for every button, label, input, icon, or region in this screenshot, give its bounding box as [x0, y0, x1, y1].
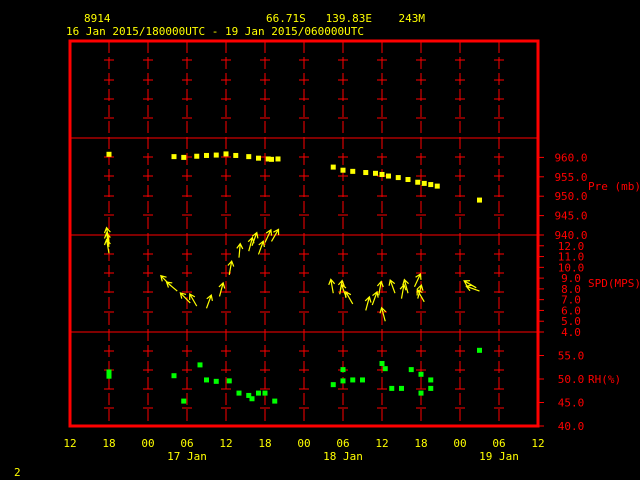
- pressure-point: [223, 151, 229, 157]
- pressure-point: [181, 154, 187, 160]
- rh-point: [171, 373, 177, 379]
- pressure-point: [275, 156, 281, 162]
- pressure-point: [477, 197, 482, 203]
- pressure-point: [395, 175, 401, 181]
- pressure-point: [330, 164, 336, 170]
- rh-point: [477, 347, 482, 353]
- station-location: 66.71S 139.83E 243M: [266, 12, 425, 25]
- y-tick-label: 950.0: [554, 190, 587, 203]
- pressure-point: [434, 183, 440, 189]
- x-tick-label: 12: [219, 437, 232, 450]
- pressure-point: [106, 151, 112, 157]
- pressure-point: [204, 152, 209, 158]
- x-tick-label: 12: [63, 437, 76, 450]
- rh-point: [236, 390, 242, 396]
- y-tick-label: 12.0: [558, 240, 585, 253]
- pressure-point: [428, 182, 434, 188]
- panel-label: RH(%): [588, 373, 621, 386]
- rh-point: [382, 366, 388, 372]
- pressure-point: [405, 177, 411, 183]
- x-tick-label: 06: [180, 437, 193, 450]
- pressure-point: [233, 152, 239, 158]
- y-tick-label: 945.0: [554, 210, 587, 223]
- pressure-point: [379, 171, 385, 177]
- x-tick-label: 18: [258, 437, 271, 450]
- rh-point: [408, 367, 414, 373]
- x-tick-label: 18: [102, 437, 115, 450]
- rh-point: [181, 398, 187, 404]
- pressure-point: [340, 167, 346, 173]
- rh-point: [360, 377, 365, 383]
- pressure-point: [213, 152, 219, 158]
- pressure-point: [350, 168, 356, 174]
- rh-point: [256, 390, 261, 396]
- y-tick-label: 55.0: [558, 350, 585, 363]
- rh-point: [197, 362, 203, 368]
- rh-point: [428, 377, 434, 383]
- x-tick-label: 00: [297, 437, 310, 450]
- rh-point: [350, 377, 356, 383]
- x-tick-label: 06: [336, 437, 349, 450]
- rh-point: [249, 396, 255, 402]
- rh-point: [330, 382, 336, 388]
- rh-point: [213, 378, 219, 384]
- y-tick-label: 45.0: [558, 397, 585, 410]
- rh-point: [428, 385, 434, 391]
- pressure-point: [171, 154, 177, 160]
- rh-point: [226, 378, 232, 384]
- x-day-label: 18 Jan: [323, 450, 363, 463]
- x-tick-label: 12: [531, 437, 544, 450]
- pressure-point: [421, 180, 427, 186]
- rh-point: [272, 398, 278, 404]
- y-tick-label: 955.0: [554, 171, 587, 184]
- date-range: 16 Jan 2015/180000UTC - 19 Jan 2015/0600…: [66, 25, 364, 38]
- panel-label: Pre (mb): [588, 180, 640, 193]
- rh-point: [262, 390, 268, 396]
- pressure-point: [363, 170, 369, 176]
- pressure-point: [194, 153, 200, 159]
- y-tick-label: 50.0: [558, 373, 585, 386]
- x-tick-label: 06: [492, 437, 505, 450]
- panel-label: SPD(MPS): [588, 277, 640, 290]
- rh-point: [340, 367, 346, 373]
- rh-point: [399, 385, 404, 391]
- pressure-point: [415, 179, 421, 185]
- x-tick-label: 18: [414, 437, 427, 450]
- x-day-label: 17 Jan: [167, 450, 207, 463]
- x-tick-label: 12: [375, 437, 388, 450]
- page-number: 2: [14, 466, 21, 479]
- pressure-point: [373, 170, 378, 176]
- rh-point: [418, 371, 424, 377]
- pressure-point: [246, 154, 252, 160]
- station-id: 8914: [84, 12, 111, 25]
- rh-point: [389, 385, 395, 391]
- x-tick-label: 00: [141, 437, 154, 450]
- x-tick-label: 00: [453, 437, 466, 450]
- pressure-point: [269, 156, 274, 162]
- pressure-point: [256, 155, 261, 161]
- rh-point: [418, 390, 424, 396]
- rh-point: [379, 360, 385, 366]
- y-tick-label: 960.0: [554, 151, 587, 164]
- chart-background: [0, 0, 640, 480]
- y-tick-label: 40.0: [558, 420, 585, 433]
- rh-point: [340, 378, 346, 384]
- rh-point: [204, 377, 209, 383]
- rh-point: [106, 373, 112, 379]
- pressure-point: [386, 173, 391, 179]
- meteogram-chart: 8914 66.71S 139.83E 243M 16 Jan 2015/180…: [0, 0, 640, 480]
- x-day-label: 19 Jan: [479, 450, 519, 463]
